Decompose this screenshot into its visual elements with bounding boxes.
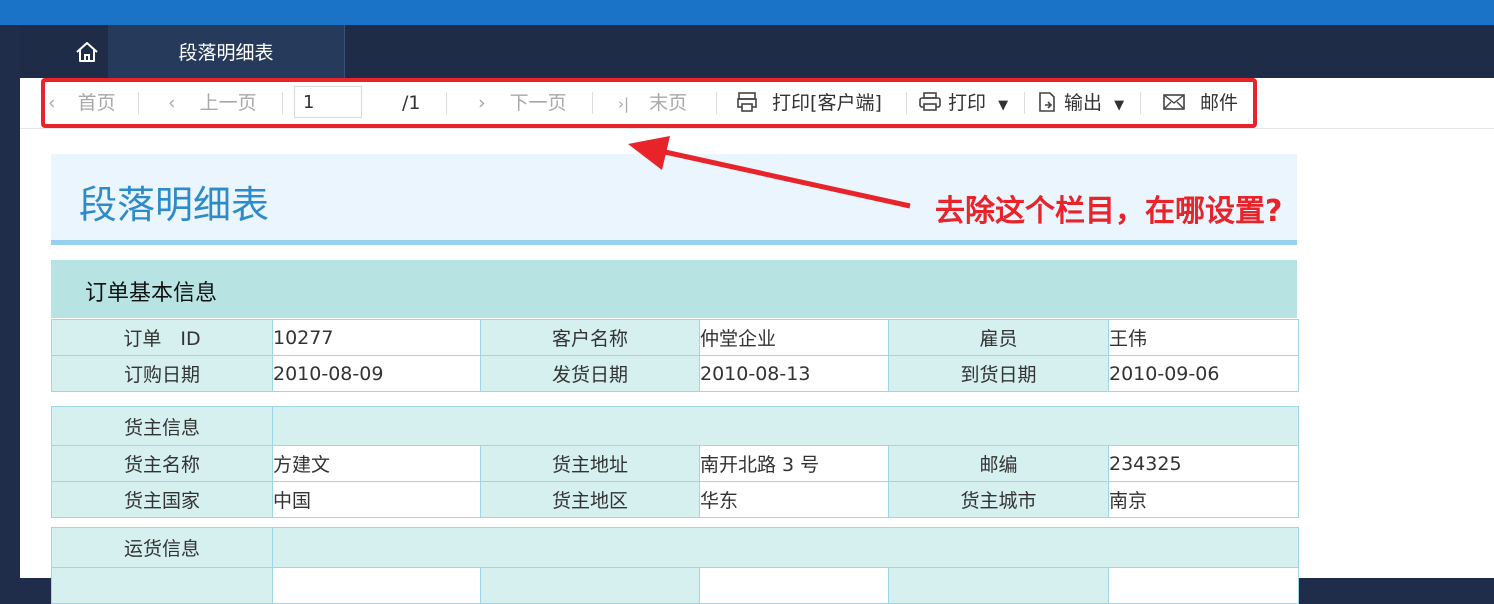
- annotation-text: 去除这个栏目，在哪设置?: [935, 194, 1283, 229]
- field-label: 货主地区: [480, 481, 700, 518]
- field-label: 货主国家: [51, 481, 273, 518]
- home-icon: [76, 41, 98, 62]
- tab-paragraph-detail[interactable]: 段落明细表: [108, 25, 345, 78]
- field-value: 华东: [699, 481, 889, 518]
- table-row: 货主名称 方建文 货主地址 南开北路 3 号 邮编 234325: [51, 445, 1300, 482]
- field-value: 中国: [272, 481, 481, 518]
- field-label: [51, 567, 273, 604]
- table-row: 货主国家 中国 货主地区 华东 货主城市 南京: [51, 481, 1300, 518]
- order-info-table: 订单 ID 10277 客户名称 仲堂企业 雇员 王伟 订购日期 2010-08…: [51, 319, 1299, 392]
- field-value: 2010-09-06: [1108, 355, 1299, 392]
- field-value: [272, 567, 481, 604]
- field-value: 方建文: [272, 445, 481, 482]
- field-label: 订单 ID: [51, 319, 273, 356]
- field-value: 10277: [272, 319, 481, 356]
- field-value: [699, 567, 889, 604]
- section-title: 订单基本信息: [85, 281, 218, 306]
- section-header: 订单基本信息: [51, 260, 1297, 318]
- field-value: 南京: [1107, 481, 1300, 518]
- field-label: 邮编: [888, 445, 1109, 482]
- tab-bar: 段落明细表: [20, 25, 1494, 78]
- table-row: 订单 ID 10277 客户名称 仲堂企业 雇员 王伟: [51, 319, 1299, 356]
- field-label: [480, 567, 700, 604]
- tab-label: 段落明细表: [178, 42, 274, 64]
- shipper-info-table: 货主信息 货主名称 方建文 货主地址 南开北路 3 号 邮编 234325 货主…: [51, 406, 1300, 518]
- table-row: 运货信息: [51, 527, 1300, 568]
- field-label: 订购日期: [51, 355, 273, 392]
- field-label: 客户名称: [480, 319, 700, 356]
- field-value: 仲堂企业: [699, 319, 889, 356]
- group-label: 货主信息: [51, 406, 273, 446]
- field-label: 货主地址: [480, 445, 700, 482]
- field-label: 到货日期: [888, 355, 1109, 392]
- field-value: 234325: [1107, 445, 1300, 482]
- report-title: 段落明细表: [79, 183, 270, 227]
- field-label: 发货日期: [480, 355, 700, 392]
- title-underline: [51, 240, 1297, 245]
- field-value: 2010-08-13: [699, 355, 889, 392]
- field-label: 雇员: [888, 319, 1109, 356]
- field-value: [1107, 567, 1300, 604]
- group-header-fill: [271, 406, 1300, 446]
- table-row: [51, 567, 1300, 604]
- field-label: 货主名称: [51, 445, 273, 482]
- annotation-highlight-box: [41, 78, 1257, 128]
- field-value: 2010-08-09: [272, 355, 481, 392]
- field-value: 王伟: [1108, 319, 1299, 356]
- field-label: [888, 567, 1109, 604]
- shipping-info-table: 运货信息: [51, 527, 1300, 604]
- field-value: 南开北路 3 号: [699, 445, 889, 482]
- group-label: 运货信息: [51, 527, 273, 568]
- group-header-fill: [271, 527, 1300, 568]
- field-label: 货主城市: [888, 481, 1109, 518]
- top-accent-bar: [0, 0, 1494, 25]
- table-row: 货主信息: [51, 406, 1300, 446]
- table-row: 订购日期 2010-08-09 发货日期 2010-08-13 到货日期 201…: [51, 355, 1299, 392]
